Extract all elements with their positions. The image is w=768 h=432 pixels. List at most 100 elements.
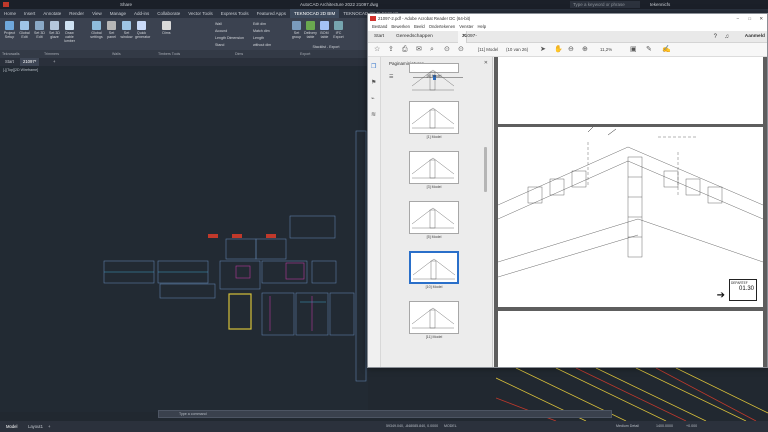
close-pane-icon[interactable]: ✕ bbox=[484, 60, 488, 66]
ribbon-small-button-0[interactable]: Wall bbox=[215, 22, 222, 26]
page-thumbnail[interactable] bbox=[409, 101, 459, 134]
ribbon-button-3[interactable]: Set 3D glaze bbox=[48, 21, 61, 39]
ribbon-small-button-5[interactable]: Match dim bbox=[253, 29, 270, 33]
bell-icon[interactable]: ♫ bbox=[725, 31, 730, 43]
ribbon-small-button-2[interactable]: Length Dimension bbox=[215, 36, 244, 40]
share-button[interactable]: Share bbox=[120, 0, 132, 9]
viewport-controls[interactable]: [-][Top][2D Wireframe] bbox=[3, 68, 38, 72]
print-icon[interactable]: ⎙ bbox=[402, 46, 408, 54]
upload-icon[interactable]: ⇪ bbox=[388, 46, 394, 54]
user-name[interactable]: tekennicfs bbox=[650, 0, 670, 9]
ribbon-small-button-7[interactable]: without dim bbox=[253, 43, 271, 47]
page-thumbnail[interactable] bbox=[409, 301, 459, 334]
ribbon-export-button-0[interactable]: Set group bbox=[290, 21, 303, 39]
tab-start[interactable]: Start bbox=[374, 31, 384, 43]
pen-icon[interactable]: ✍ bbox=[662, 46, 671, 54]
tab-start[interactable]: Start bbox=[2, 58, 17, 66]
ribbon-button-7[interactable]: Set window bbox=[120, 21, 133, 39]
menu-item-5[interactable]: Help bbox=[477, 24, 486, 29]
command-line[interactable]: Type a command bbox=[158, 410, 612, 418]
page-thumbnails-icon[interactable]: ❐ bbox=[371, 63, 376, 70]
ribbon-tab-8[interactable]: Vector Tools bbox=[184, 9, 216, 18]
page-thumbnail[interactable] bbox=[409, 63, 459, 91]
ribbon-button-6[interactable]: Set panel bbox=[105, 21, 118, 39]
thumbnail-scrollbar[interactable] bbox=[484, 147, 487, 192]
page-thumbnail[interactable] bbox=[409, 151, 459, 184]
minimize-icon[interactable]: – bbox=[737, 14, 739, 23]
ribbon-tab-10[interactable]: Featured Apps bbox=[253, 9, 290, 18]
zoom-search-icon[interactable]: ⌕ bbox=[430, 46, 434, 54]
ribbon-tab-7[interactable]: Collaborate bbox=[153, 9, 184, 18]
mail-icon[interactable]: ✉ bbox=[416, 46, 422, 54]
fit-page-icon[interactable]: ▣ bbox=[630, 46, 637, 54]
zoom-level[interactable]: 11,2% bbox=[600, 47, 612, 52]
next-page-icon[interactable]: ⊙ bbox=[458, 46, 464, 54]
ribbon-button-2[interactable]: Set 3D Edit bbox=[33, 21, 46, 39]
menu-item-1[interactable]: Bewerken bbox=[391, 24, 410, 29]
ribbon-tab-9[interactable]: Express Tools bbox=[217, 9, 253, 18]
status-model[interactable]: MODEL bbox=[444, 421, 457, 432]
ribbon-button-9[interactable]: Dims bbox=[160, 21, 173, 35]
ribbon-button-5[interactable]: Global settings bbox=[90, 21, 103, 39]
ribbon-button-4[interactable]: Draw cable lumber bbox=[63, 21, 76, 43]
ribbon-button-8[interactable]: Quick generator bbox=[135, 21, 150, 39]
menu-item-2[interactable]: Beeld bbox=[414, 24, 425, 29]
ribbon-tab-4[interactable]: View bbox=[88, 9, 106, 18]
tab-file[interactable]: 21097-2.pdf ✕ bbox=[458, 31, 477, 51]
star-icon[interactable]: ☆ bbox=[374, 46, 380, 54]
document-view[interactable]: DEPARTEF 01.30 ➔ bbox=[494, 57, 767, 367]
ribbon-tab-5[interactable]: Manage bbox=[106, 9, 130, 18]
tab-tools[interactable]: Gereedschappen bbox=[396, 31, 433, 43]
ribbon-small-button-1[interactable]: Acound bbox=[215, 29, 227, 33]
drawing-canvas[interactable] bbox=[0, 66, 368, 412]
prev-page-icon[interactable]: ⊙ bbox=[444, 46, 450, 54]
ribbon-group-label: Trimmers bbox=[44, 52, 60, 56]
ribbon-small-button-6[interactable]: Length bbox=[253, 36, 264, 40]
sign-in-button[interactable]: Aanmeld bbox=[745, 31, 765, 43]
layers-icon[interactable]: ≋ bbox=[371, 111, 376, 118]
search-input[interactable]: Type a keyword or phrase bbox=[570, 1, 640, 8]
ribbon-tab-3[interactable]: Render bbox=[65, 9, 88, 18]
close-icon[interactable]: ✕ bbox=[759, 14, 763, 23]
ribbon-tab-2[interactable]: Annotate bbox=[39, 9, 65, 18]
ribbon-small-button-3[interactable]: Stand bbox=[215, 43, 224, 47]
ribbon-export-button-4[interactable]: Stacklist - Export bbox=[306, 45, 346, 49]
hand-tool-icon[interactable]: ✋ bbox=[554, 46, 563, 54]
bookmark-icon[interactable]: ⚑ bbox=[371, 79, 376, 86]
ribbon-tab-6[interactable]: Add-ins bbox=[130, 9, 153, 18]
page-number-field[interactable]: [11] Model bbox=[478, 47, 498, 52]
ribbon-tab-1[interactable]: Insert bbox=[20, 9, 39, 18]
menu-item-4[interactable]: Venster bbox=[459, 24, 473, 29]
status-detail[interactable]: Medium Detail bbox=[616, 421, 639, 432]
ribbon-tab-0[interactable]: Home bbox=[0, 9, 20, 18]
ribbon-export-button-1[interactable]: Delivery table bbox=[304, 21, 317, 39]
comment-icon[interactable]: ✎ bbox=[646, 46, 652, 54]
thumbnail-label: [10] Model bbox=[425, 285, 443, 289]
ribbon-small-button-4[interactable]: Edit dim bbox=[253, 22, 266, 26]
ribbon-export-button-3[interactable]: IFC Export bbox=[332, 21, 345, 39]
close-tab-icon[interactable]: ✕ bbox=[462, 31, 466, 43]
attachment-icon[interactable]: ⌁ bbox=[371, 95, 375, 102]
help-icon[interactable]: ? bbox=[714, 31, 717, 43]
tab-drawing[interactable]: 21097* bbox=[20, 58, 40, 66]
ribbon-button-0[interactable]: Project Setup bbox=[3, 21, 16, 39]
menu-item-3[interactable]: Ondertekenen bbox=[429, 24, 456, 29]
maximize-icon[interactable]: □ bbox=[748, 14, 751, 23]
ribbon-export-button-2[interactable]: BOM table bbox=[318, 21, 331, 39]
page-thumbnail[interactable] bbox=[409, 201, 459, 234]
ribbon-tab-11[interactable]: TEKNOCAD 2D BIM bbox=[289, 9, 340, 18]
tab-model[interactable]: Model bbox=[6, 421, 17, 432]
add-layout-icon[interactable]: + bbox=[48, 421, 50, 432]
zoom-in-icon[interactable]: ⊕ bbox=[582, 46, 588, 54]
add-tab-icon[interactable]: + bbox=[50, 58, 58, 66]
command-input[interactable]: Type a command bbox=[179, 412, 207, 416]
zoom-out-icon[interactable]: ⊖ bbox=[568, 46, 574, 54]
thumbnail-label: [1] Model bbox=[426, 135, 442, 139]
select-tool-icon[interactable]: ➤ bbox=[540, 46, 546, 54]
menu-item-0[interactable]: Bestand bbox=[372, 24, 387, 29]
tab-layout1[interactable]: Layout1 bbox=[28, 421, 43, 432]
status-scale[interactable]: 1400.0000 bbox=[656, 421, 673, 432]
page-thumbnail[interactable] bbox=[409, 251, 459, 284]
ribbon-button-1[interactable]: Global Edit bbox=[18, 21, 31, 39]
thumb-options-icon[interactable]: ☰ bbox=[389, 74, 393, 80]
